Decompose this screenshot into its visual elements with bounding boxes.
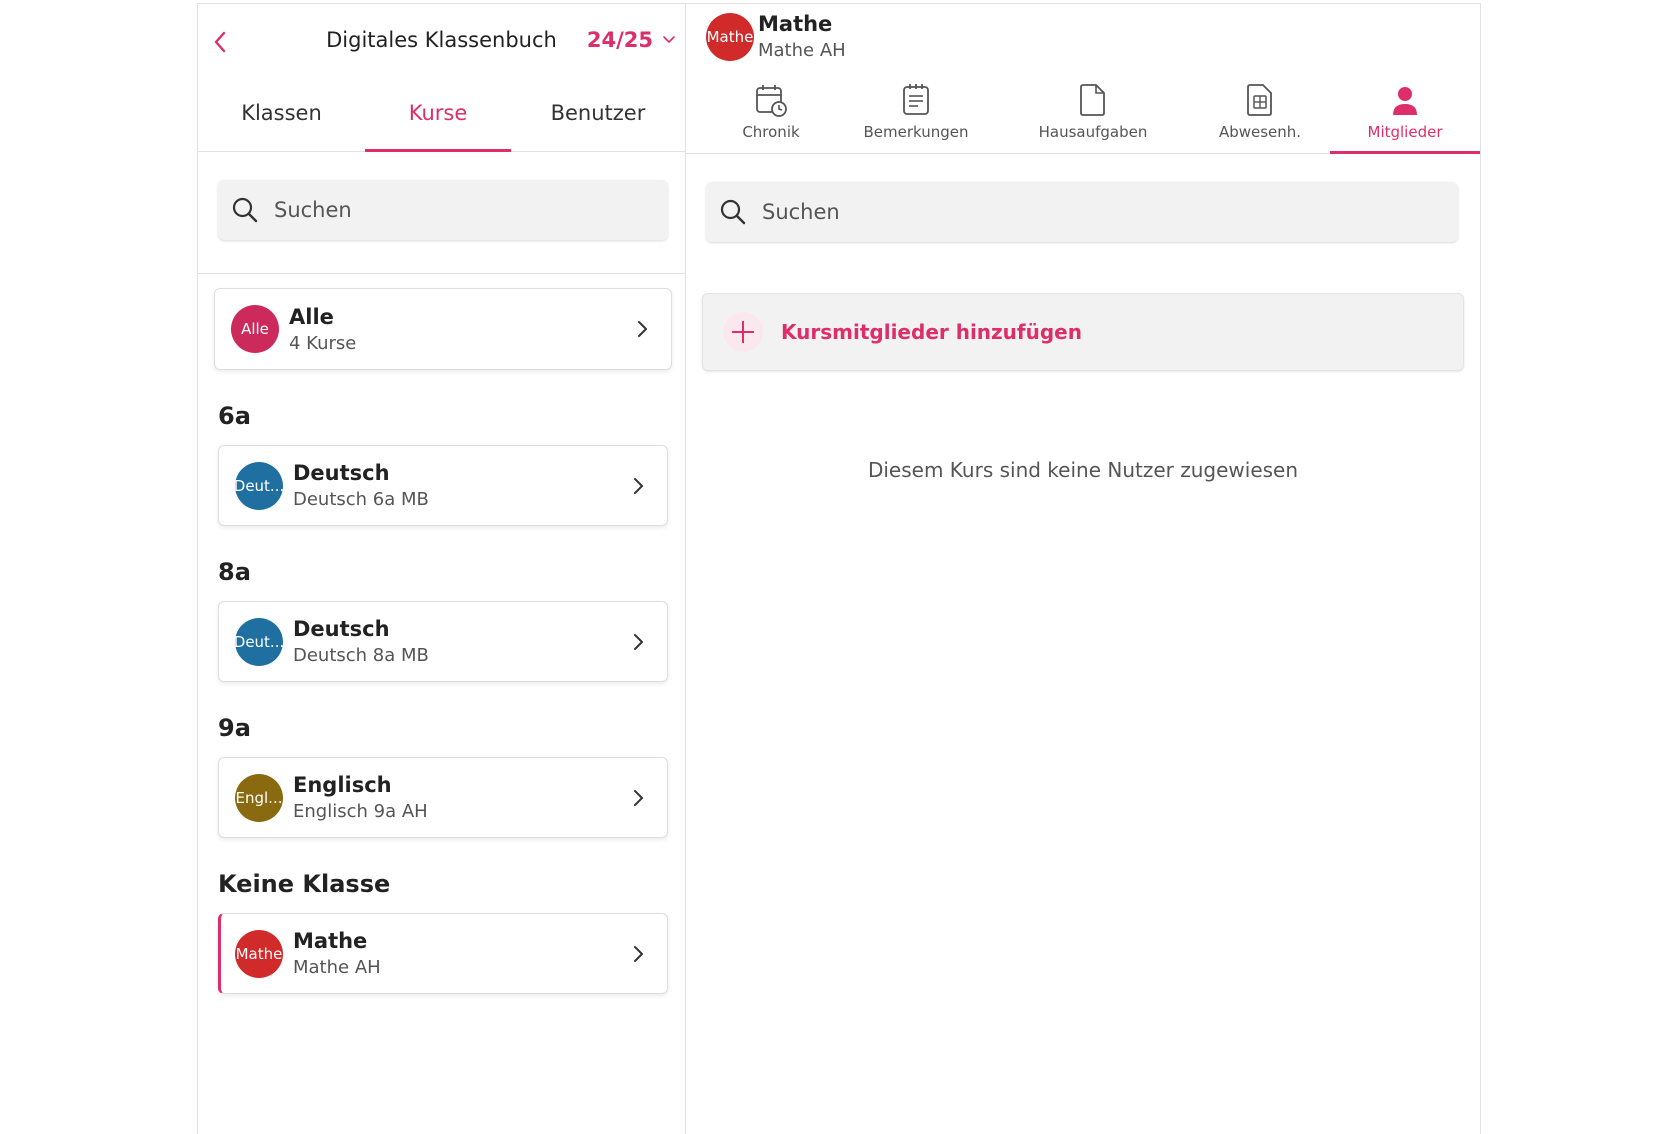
avatar: Engl... [235,773,283,822]
chevron-right-icon [638,321,647,337]
left-search-area [198,152,685,274]
tab-label: Kurse [408,100,468,125]
tab-label: Mitglieder [1367,123,1443,141]
section-heading-keine-klasse: Keine Klasse [218,870,391,898]
tab-kurse[interactable]: Kurse [365,74,511,152]
course-tabs: Chronik Bemerkungen Hausaufgaben Abwesen… [686,70,1480,154]
app-window: Digitales Klassenbuch 24/25 Klassen Kurs… [197,3,1481,1134]
course-avatar: Mathe [706,13,754,61]
tab-label: Hausaufgaben [1038,123,1148,141]
left-tabs: Klassen Kurse Benutzer [198,74,685,152]
course-card-mathe[interactable]: Mathe Mathe Mathe AH [218,913,668,994]
avatar: Alle [231,305,279,353]
add-course-members-button[interactable]: Kursmitglieder hinzufügen [702,293,1464,371]
course-search-input[interactable] [274,198,668,222]
card-title: Deutsch [293,461,390,485]
course-header: Mathe Mathe Mathe AH [686,4,1480,70]
section-heading-9a: 9a [218,714,251,742]
school-year-label: 24/25 [586,28,653,52]
section-heading-8a: 8a [218,558,251,586]
chevron-right-icon [634,477,643,494]
member-search-input[interactable] [762,200,1458,224]
course-detail-pane: Mathe Mathe Mathe AH Chronik Bemerkungen… [686,4,1480,1134]
tab-label: Benutzer [550,100,646,125]
course-subtitle: Mathe AH [758,40,846,61]
tab-hausaufgaben[interactable]: Hausaufgaben [996,70,1190,153]
chevron-right-icon [634,945,643,962]
card-title: Mathe [293,929,368,953]
avatar: Mathe [235,929,283,978]
chevron-right-icon [634,633,643,650]
tab-label: Chronik [742,123,800,141]
card-title: Englisch [293,773,392,797]
tab-label: Klassen [241,100,322,125]
tab-label: Bemerkungen [863,123,969,141]
course-card-deutsch-6a[interactable]: Deut... Deutsch Deutsch 6a MB [218,445,668,526]
table-document-icon [1247,84,1272,116]
card-text: Alle 4 Kurse [289,305,631,354]
card-subtitle: Deutsch 6a MB [293,489,429,510]
card-title: Deutsch [293,617,390,641]
course-card-englisch-9a[interactable]: Engl... Englisch Englisch 9a AH [218,757,668,838]
person-icon [1393,87,1417,115]
card-subtitle: Deutsch 8a MB [293,645,429,666]
course-title: Mathe [758,12,833,36]
tab-klassen[interactable]: Klassen [198,74,365,151]
school-year-selector[interactable]: 24/25 [587,28,675,52]
course-card-deutsch-8a[interactable]: Deut... Deutsch Deutsch 8a MB [218,601,668,682]
tab-bemerkungen[interactable]: Bemerkungen [836,70,996,153]
tab-label: Abwesenh. [1218,123,1302,141]
search-icon [232,197,258,223]
card-subtitle: 4 Kurse [289,332,357,354]
notes-icon [903,84,929,115]
all-courses-card[interactable]: Alle Alle 4 Kurse [214,288,672,370]
tab-abwesenheiten[interactable]: Abwesenh. [1190,70,1330,153]
empty-state-message: Diesem Kurs sind keine Nutzer zugewiesen [867,458,1299,482]
tab-benutzer[interactable]: Benutzer [511,74,685,151]
section-heading-6a: 6a [218,402,251,430]
course-search-box[interactable] [218,180,668,240]
card-text: Mathe Mathe AH [293,929,627,978]
card-title: Alle [289,304,334,329]
chevron-right-icon [634,789,643,806]
search-icon [720,199,746,225]
card-text: Deutsch Deutsch 6a MB [293,461,627,510]
member-search-box[interactable] [706,182,1458,242]
card-text: Deutsch Deutsch 8a MB [293,617,627,666]
calendar-clock-icon [756,85,787,117]
plus-icon [723,312,763,352]
tab-chronik[interactable]: Chronik [706,70,836,153]
avatar: Deut... [235,617,283,666]
add-members-label: Kursmitglieder hinzufügen [781,320,1082,344]
card-text: Englisch Englisch 9a AH [293,773,627,822]
left-header: Digitales Klassenbuch 24/25 [198,4,685,74]
document-icon [1080,84,1105,116]
card-subtitle: Englisch 9a AH [293,801,428,822]
card-subtitle: Mathe AH [293,957,381,978]
chevron-down-icon [663,36,675,43]
tab-mitglieder[interactable]: Mitglieder [1330,70,1480,154]
course-list-pane: Digitales Klassenbuch 24/25 Klassen Kurs… [198,4,686,1134]
avatar: Deut... [235,461,283,510]
